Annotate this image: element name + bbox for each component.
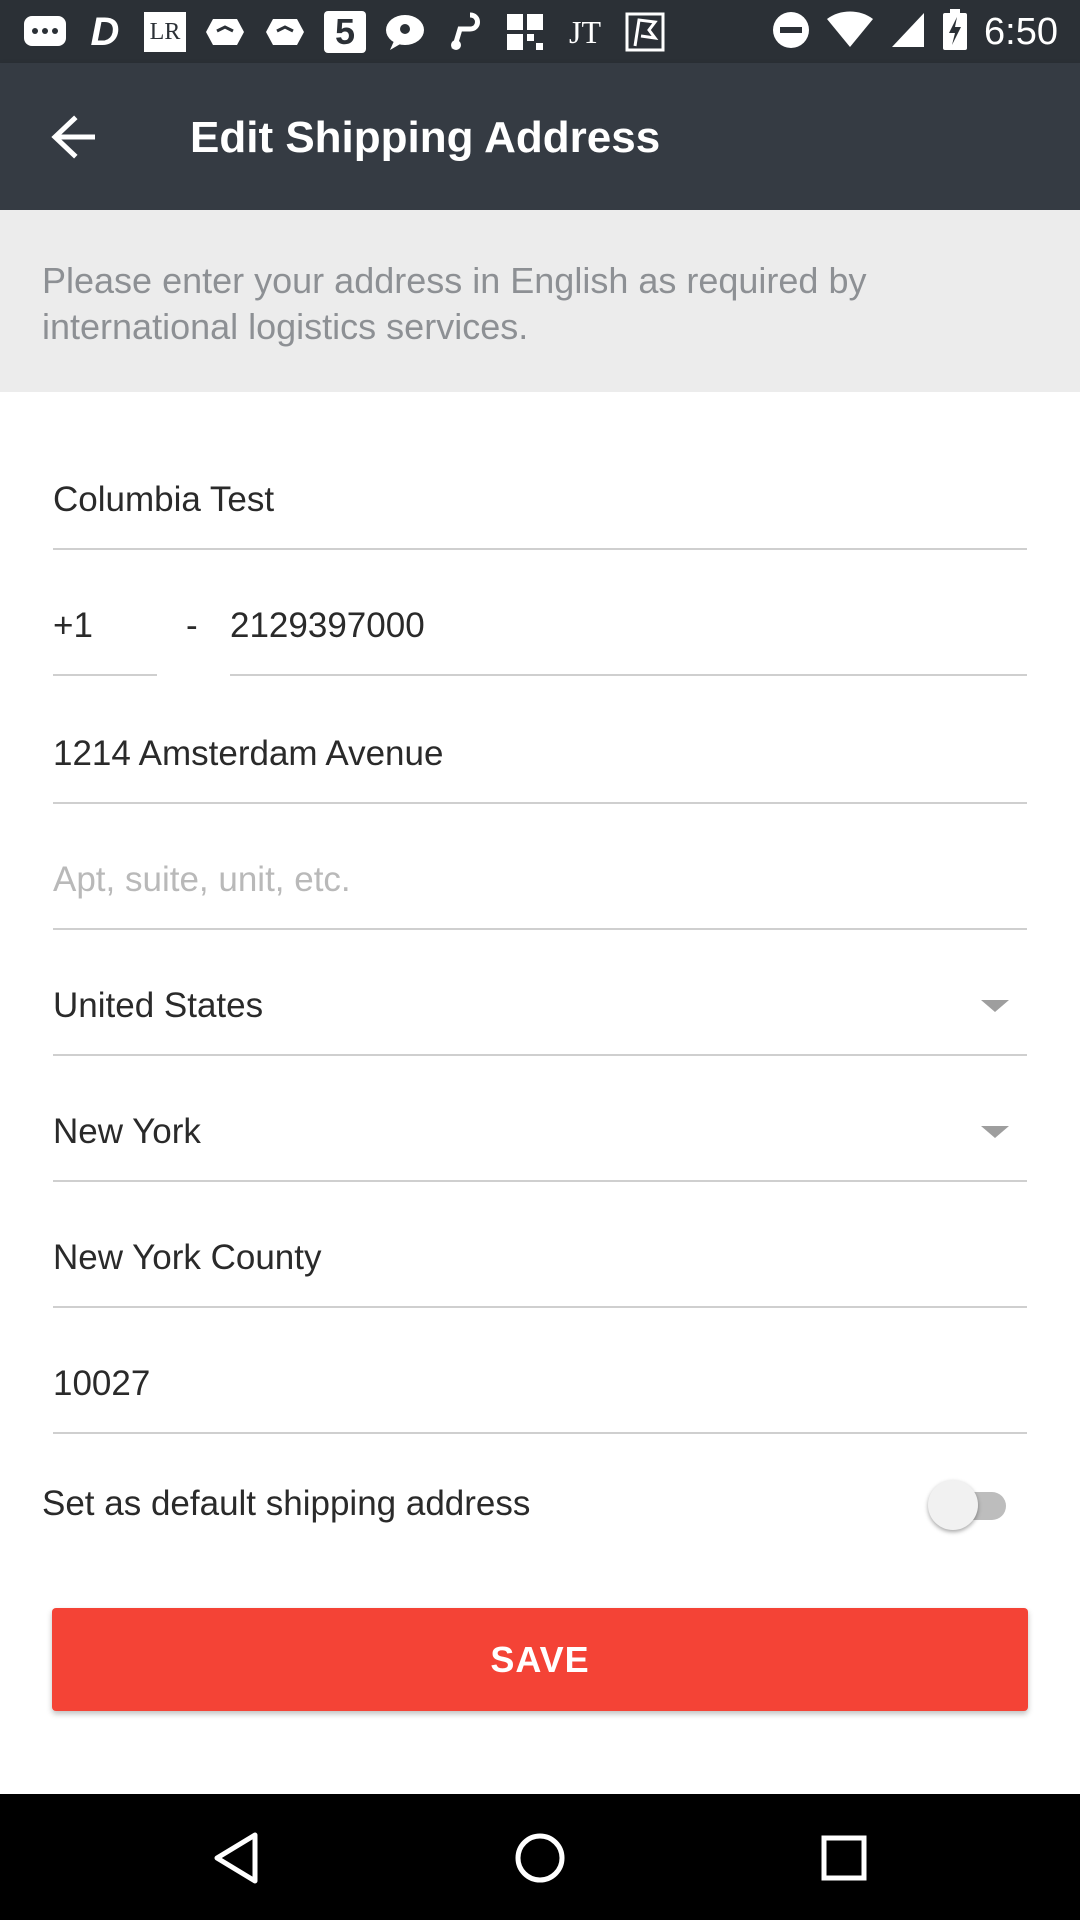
notification-icons: D LR 5 JT [22,8,668,56]
country-value: United States [53,986,264,1025]
box-icon [202,10,248,54]
chevron-down-icon [981,1000,1009,1012]
app-bar: Edit Shipping Address [0,63,1080,210]
five-app-icon: 5 [322,10,368,54]
save-button[interactable]: SAVE [52,1608,1028,1711]
battery-charging-icon [942,8,968,56]
d-app-icon: D [90,9,120,54]
status-bar: D LR 5 JT 6:50 [0,0,1080,63]
lr-app-icon: LR [142,10,188,54]
signal-icon [890,11,926,54]
default-address-toggle[interactable] [928,1480,1008,1530]
apt-placeholder: Apt, suite, unit, etc. [53,860,351,899]
apt-suite-field[interactable]: Apt, suite, unit, etc. [53,832,1027,930]
triangle-back-icon [214,1832,258,1884]
street-address-field[interactable]: 1214 Amsterdam Avenue [53,706,1027,804]
chat-icon [382,10,428,54]
flag-app-icon [622,10,668,54]
clock: 6:50 [984,10,1058,53]
nav-recents-button[interactable] [808,1822,880,1894]
system-icons: 6:50 [772,8,1058,56]
back-button[interactable] [40,103,108,171]
info-notice: Please enter your address in English as … [0,210,1080,392]
city-value: New York County [53,1238,322,1277]
jt-app-icon: JT [569,13,601,50]
zip-value: 10027 [53,1364,151,1403]
box2-icon [262,10,308,54]
zip-code-field[interactable]: 10027 [53,1336,1027,1434]
do-not-disturb-icon [772,11,810,54]
message-icon [22,10,68,54]
phone-number-field[interactable]: 2129397000 [230,580,1027,676]
nav-home-button[interactable] [504,1822,576,1894]
phone-number-value: 2129397000 [230,606,425,645]
toggle-thumb [928,1480,978,1530]
chevron-down-icon [981,1126,1009,1138]
street-value: 1214 Amsterdam Avenue [53,734,444,773]
nav-back-button[interactable] [200,1822,272,1894]
notice-text: Please enter your address in English as … [42,260,867,347]
state-dropdown[interactable]: New York [53,1084,1027,1182]
grid-app-icon [502,10,548,54]
phone-code-field[interactable]: +1 [53,580,157,676]
phone-separator: - [186,606,198,645]
default-address-row: Set as default shipping address [42,1470,1022,1540]
wifi-icon [826,11,874,54]
state-value: New York [53,1112,201,1151]
square-recents-icon [821,1835,867,1881]
phone-code-value: +1 [53,606,93,645]
circle-home-icon [515,1833,565,1883]
name-field[interactable]: Columbia Test [53,452,1027,550]
page-title: Edit Shipping Address [190,113,661,162]
navigation-bar [0,1794,1080,1920]
city-field[interactable]: New York County [53,1210,1027,1308]
back-arrow-icon [51,115,95,159]
default-address-label: Set as default shipping address [42,1484,531,1523]
country-dropdown[interactable]: United States [53,958,1027,1056]
name-value: Columbia Test [53,480,275,519]
music-app-icon [442,10,488,54]
